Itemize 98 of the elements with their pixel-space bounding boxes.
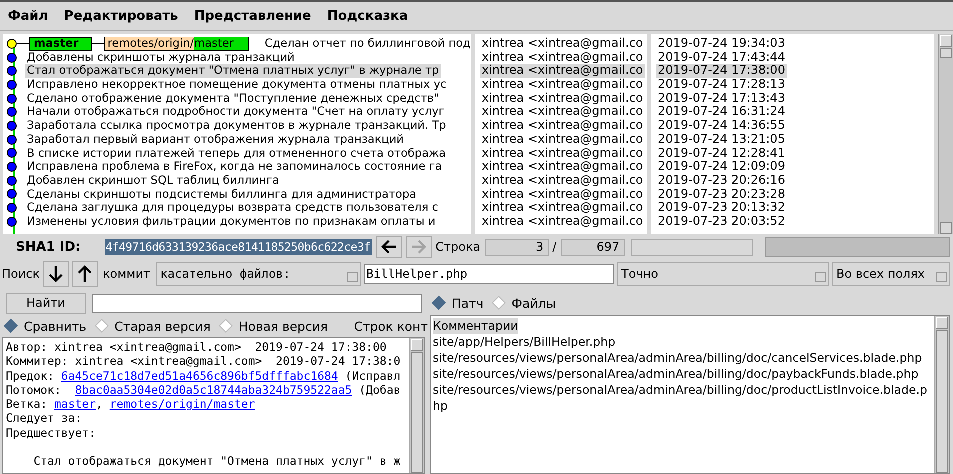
- commit-message[interactable]: Сделан отчет по биллинговой под: [262, 37, 471, 51]
- branch-tag[interactable]: master: [29, 36, 92, 51]
- file-list-item[interactable]: site/resources/views/personalArea/adminArea/billing/doc/productListInvoice.blade.php: [433, 382, 932, 414]
- detail-text: Следует за:: [6, 411, 82, 426]
- menu-item[interactable]: Редактировать: [64, 8, 178, 24]
- detail-text: Предшествует:: [6, 426, 96, 440]
- file-list-item[interactable]: site/resources/views/personalArea/adminArea/billing/doc/paybackFunds.blade.php: [433, 366, 919, 382]
- row-label: Строка: [436, 240, 481, 254]
- right-arrow-icon: [410, 239, 428, 255]
- commit-author[interactable]: xintrea <xintrea@gmail.co: [480, 201, 646, 215]
- commit-author[interactable]: xintrea <xintrea@gmail.co: [480, 50, 646, 64]
- commit-author[interactable]: xintrea <xintrea@gmail.co: [480, 105, 646, 120]
- commit-message[interactable]: Исправлено некорректное помещение документа отмены платных ус: [25, 78, 449, 92]
- commit-message[interactable]: Сделано отображение документа "Поступление денежных средств": [25, 92, 442, 106]
- view-mode-radio[interactable]: Патч: [432, 296, 484, 310]
- context-lines-label: Строк конт: [354, 318, 428, 334]
- menu-item[interactable]: Файл: [8, 8, 48, 24]
- scrollbar[interactable]: [409, 338, 424, 473]
- scrollbar[interactable]: [934, 316, 949, 473]
- commit-link[interactable]: remotes/origin/master: [110, 397, 256, 412]
- up-arrow-icon: [77, 265, 94, 283]
- file-list-item[interactable]: site/app/Helpers/BillHelper.php: [433, 334, 616, 350]
- commit-link[interactable]: 6a45ce71c18d7ed51a4656c896bf5dfffabc1684: [61, 368, 338, 383]
- commit-message[interactable]: Заработал первый вариант отображения журнала транзакций: [25, 132, 406, 147]
- commit-date[interactable]: 2019-07-24 16:31:24: [656, 105, 788, 120]
- commit-date[interactable]: 2019-07-23 20:13:32: [656, 201, 788, 215]
- commit-author[interactable]: xintrea <xintrea@gmail.co: [480, 37, 646, 51]
- search-down-button[interactable]: [43, 261, 70, 287]
- commit-message[interactable]: Сделана заглушка для процедуры возврата средств пользователя с: [25, 201, 440, 215]
- search-field[interactable]: BillHelper.php: [364, 264, 614, 284]
- match-mode-dropdown[interactable]: Точно: [616, 262, 828, 286]
- commit-author[interactable]: xintrea <xintrea@gmail.co: [480, 132, 646, 147]
- menu-item[interactable]: Подсказка: [327, 8, 408, 24]
- diff-mode-radio[interactable]: Сравнить: [4, 318, 87, 334]
- detail-text: Предок:: [6, 368, 56, 383]
- diff-mode-radio[interactable]: Старая версия: [94, 318, 211, 334]
- scrollbar[interactable]: [938, 34, 953, 234]
- commit-author[interactable]: xintrea <xintrea@gmail.co: [480, 160, 646, 174]
- menu-item[interactable]: Представление: [194, 8, 312, 24]
- search-label: Поиск: [2, 267, 40, 281]
- commit-date[interactable]: 2019-07-23 20:26:16: [656, 174, 788, 188]
- commit-date[interactable]: 2019-07-24 17:38:00: [656, 64, 788, 78]
- diff-mode-radio[interactable]: Новая версия: [218, 318, 328, 334]
- detail-text: (Добав: [358, 382, 401, 397]
- commit-author[interactable]: xintrea <xintrea@gmail.co: [480, 119, 646, 133]
- commit-link[interactable]: master: [54, 397, 96, 412]
- commit-message[interactable]: Изменены условия фильтрации документов по признакам оплаты и: [25, 214, 438, 229]
- detail-text: ,: [96, 397, 104, 412]
- commit-author[interactable]: xintrea <xintrea@gmail.co: [480, 146, 646, 160]
- detail-text: Стал отображаться документ "Отмена платных услуг" в ж: [32, 454, 401, 468]
- commit-author[interactable]: xintrea <xintrea@gmail.co: [480, 174, 646, 188]
- detail-text: (Исправл: [344, 368, 401, 383]
- file-list-item[interactable]: site/resources/views/personalArea/adminArea/billing/doc/cancelServices.blade.php: [433, 350, 922, 366]
- commit-date[interactable]: 2019-07-24 13:21:05: [656, 132, 788, 147]
- commit-date[interactable]: 2019-07-24 12:09:09: [656, 160, 788, 174]
- row-number-field: 3: [484, 238, 549, 256]
- detail-text: Коммитер: xintrea <xintrea@gmail.com> 2019-07-24 17:38:0: [6, 354, 401, 368]
- commit-date[interactable]: 2019-07-24 19:34:03: [656, 37, 788, 51]
- sha-label: SHA1 ID:: [16, 240, 81, 254]
- commit-date[interactable]: 2019-07-24 14:36:55: [656, 119, 788, 133]
- commit-date[interactable]: 2019-07-24 17:13:43: [656, 92, 788, 106]
- find-field[interactable]: [92, 294, 422, 312]
- commit-message[interactable]: Заработала ссылка просмотра документов в журнале транзакций. Тр: [25, 119, 448, 133]
- view-mode-radio[interactable]: Файлы: [492, 296, 556, 310]
- commit-author[interactable]: xintrea <xintrea@gmail.co: [480, 188, 646, 202]
- commit-date[interactable]: 2019-07-24 17:28:13: [656, 78, 788, 92]
- search-type-dropdown[interactable]: касательно файлов:: [156, 262, 360, 286]
- row-count-field: 697: [560, 238, 625, 256]
- commit-date[interactable]: 2019-07-24 17:43:44: [656, 50, 788, 64]
- down-arrow-icon: [48, 265, 64, 283]
- commit-message[interactable]: Исправлена проблема в FireFox, когда не запоминалось состояние га: [25, 160, 444, 174]
- search-up-button[interactable]: [72, 261, 98, 287]
- commit-message[interactable]: Стал отображаться документ "Отмена платных услуг" в журнале тр: [25, 64, 442, 78]
- search-target-label: коммит: [103, 267, 150, 281]
- sha-field[interactable]: 4f49716d633139236ace8141185250b6c622ce3f: [104, 239, 372, 255]
- commit-author[interactable]: xintrea <xintrea@gmail.co: [480, 78, 646, 92]
- detail-text: Ветка:: [6, 397, 49, 412]
- detail-text: Потомок:: [6, 382, 62, 397]
- commit-message[interactable]: Добавлен скриншот SQL таблиц биллинга: [25, 174, 282, 188]
- commit-date[interactable]: 2019-07-24 12:28:41: [656, 146, 788, 160]
- commit-author[interactable]: xintrea <xintrea@gmail.co: [480, 64, 646, 78]
- commit-message[interactable]: Добавлены скриншоты журнала транзакций: [25, 50, 297, 64]
- left-arrow-icon: [380, 239, 398, 255]
- commit-author[interactable]: xintrea <xintrea@gmail.co: [480, 92, 646, 106]
- fields-dropdown[interactable]: Во всех полях: [832, 262, 950, 286]
- commit-date[interactable]: 2019-07-23 20:03:52: [656, 214, 788, 229]
- file-list-item[interactable]: Комментарии: [433, 318, 518, 334]
- commit-message[interactable]: Начали отображаться подробности документа "Счет на оплату услуг: [25, 105, 447, 120]
- branch-tag[interactable]: remotes/origin/master: [104, 36, 249, 51]
- back-button[interactable]: [376, 236, 402, 258]
- commit-link[interactable]: 8bac0aa5304e02d0a5c18744aba324b759522aa5: [75, 382, 352, 397]
- commit-date[interactable]: 2019-07-23 20:23:28: [656, 188, 788, 202]
- find-button[interactable]: Найти: [6, 292, 86, 314]
- commit-author[interactable]: xintrea <xintrea@gmail.co: [480, 214, 646, 229]
- separator-label: /: [552, 240, 557, 254]
- detail-text: Автор: xintrea <xintrea@gmail.com> 2019-07-24 17:38:00: [6, 340, 387, 354]
- commit-message[interactable]: В списке истории платежей теперь для отмененного счета отобража: [25, 146, 448, 160]
- commit-message[interactable]: Сделаны скриншоты подсистемы биллинга для администратора: [25, 188, 419, 202]
